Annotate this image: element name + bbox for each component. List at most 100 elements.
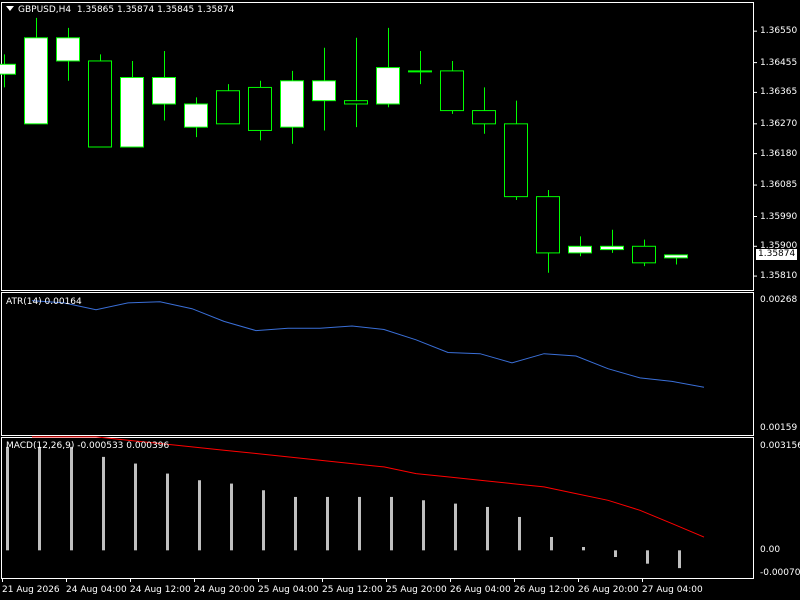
price-tick-label: 1.36180	[760, 148, 798, 159]
candle-body	[56, 37, 80, 62]
ohlc-values: 1.35865 1.35874 1.35845 1.35874	[76, 5, 235, 15]
candle	[24, 17, 48, 125]
time-tick-label: 26 Aug 20:00	[578, 585, 639, 595]
candle-body	[88, 60, 112, 148]
candle	[184, 97, 208, 138]
candle	[344, 37, 368, 128]
macd-bar	[422, 500, 425, 551]
candle-body	[376, 67, 400, 105]
macd-bar	[390, 496, 393, 551]
candle-body	[280, 80, 304, 128]
candle-body	[632, 245, 656, 264]
macd-bar	[198, 480, 201, 551]
candle	[120, 60, 144, 148]
atr-header: ATR(14) 0.00164	[6, 297, 82, 307]
price-tick-label: 1.35810	[760, 271, 798, 282]
atr-line	[31, 300, 705, 388]
candle	[472, 87, 496, 134]
macd-header: MACD(12,26,9) -0.000533 0.000396	[6, 441, 170, 451]
price-tick-label: 1.36085	[760, 180, 798, 191]
macd-bar	[230, 483, 233, 551]
macd-bar	[262, 490, 265, 551]
candle-body	[664, 254, 688, 259]
macd-bar	[486, 506, 489, 551]
time-tick-label: 26 Aug 04:00	[450, 585, 511, 595]
candle	[56, 27, 80, 81]
candle	[600, 229, 624, 253]
macd-bar	[518, 516, 521, 551]
candle-body	[216, 90, 240, 125]
main-chart-header: GBPUSD,H4 1.35865 1.35874 1.35845 1.3587…	[6, 5, 234, 16]
candle-body	[600, 245, 624, 251]
chart-canvas	[0, 2, 757, 582]
candle	[440, 60, 464, 114]
candle	[280, 70, 304, 144]
macd-bar	[38, 446, 41, 551]
macd-bar	[70, 446, 73, 551]
candle-body	[344, 100, 368, 105]
candle	[568, 236, 592, 257]
candle	[632, 239, 656, 267]
time-tick-label: 24 Aug 12:00	[130, 585, 191, 595]
time-tick-label: 25 Aug 04:00	[258, 585, 319, 595]
time-tick-label: 26 Aug 12:00	[514, 585, 575, 595]
candle-body	[568, 245, 592, 254]
macd-bar	[6, 446, 9, 551]
candle	[0, 54, 16, 88]
candle-body	[120, 77, 144, 148]
candle-body	[504, 123, 528, 198]
macd-bar	[678, 550, 681, 569]
price-tick-label: 1.36365	[760, 87, 798, 98]
macd-bar	[550, 536, 553, 551]
candle	[664, 254, 688, 265]
candle-body	[24, 37, 48, 125]
macd-bar	[102, 456, 105, 551]
macd-bar	[646, 550, 649, 564]
macd-bar	[454, 503, 457, 551]
candle-body	[248, 86, 272, 131]
candle	[216, 84, 240, 125]
time-tick-label: 24 Aug 20:00	[194, 585, 255, 595]
candle-body	[408, 70, 432, 73]
atr-tick-label: 0.00268	[760, 295, 798, 305]
candle	[312, 47, 336, 131]
macd-tick-label: -0.000709	[760, 568, 800, 578]
macd-bar	[358, 496, 361, 551]
current-price-tag: 1.35874	[756, 248, 798, 260]
symbol-label: GBPUSD,H4	[18, 5, 72, 15]
macd-tick-label: 0.00	[760, 545, 781, 556]
candle	[248, 80, 272, 141]
candle-body	[152, 77, 176, 105]
macd-bar	[294, 496, 297, 551]
candle	[88, 54, 112, 148]
macd-bar	[582, 546, 585, 551]
price-tick-label: 1.36270	[760, 118, 798, 129]
candle	[152, 51, 176, 121]
candle-body	[312, 80, 336, 102]
price-tick-label: 1.36455	[760, 57, 798, 68]
time-tick-label: 21 Aug 2026	[2, 585, 60, 595]
candle-body	[472, 110, 496, 125]
macd-bar	[326, 496, 329, 551]
macd-pane-frame	[1, 437, 754, 579]
candle-body	[536, 196, 560, 254]
candle-body	[0, 63, 16, 75]
candle	[376, 27, 400, 108]
macd-bar	[134, 463, 137, 551]
macd-bar	[166, 473, 169, 551]
atr-pane-frame	[1, 292, 754, 436]
candle	[536, 190, 560, 273]
candle	[504, 100, 528, 200]
dropdown-triangle-icon[interactable]	[6, 6, 14, 11]
price-tick-label: 1.36550	[760, 26, 798, 37]
time-tick-label: 25 Aug 12:00	[322, 585, 383, 595]
time-tick-label: 25 Aug 20:00	[386, 585, 447, 595]
atr-tick-label: 0.00159	[760, 423, 798, 433]
candle-body	[440, 70, 464, 112]
macd-tick-label: 0.003156	[760, 441, 800, 451]
price-tick-label: 1.35990	[760, 211, 798, 222]
time-tick-label: 24 Aug 04:00	[66, 585, 127, 595]
macd-bar	[614, 550, 617, 558]
time-tick-label: 27 Aug 04:00	[642, 585, 703, 595]
candle-body	[184, 103, 208, 128]
